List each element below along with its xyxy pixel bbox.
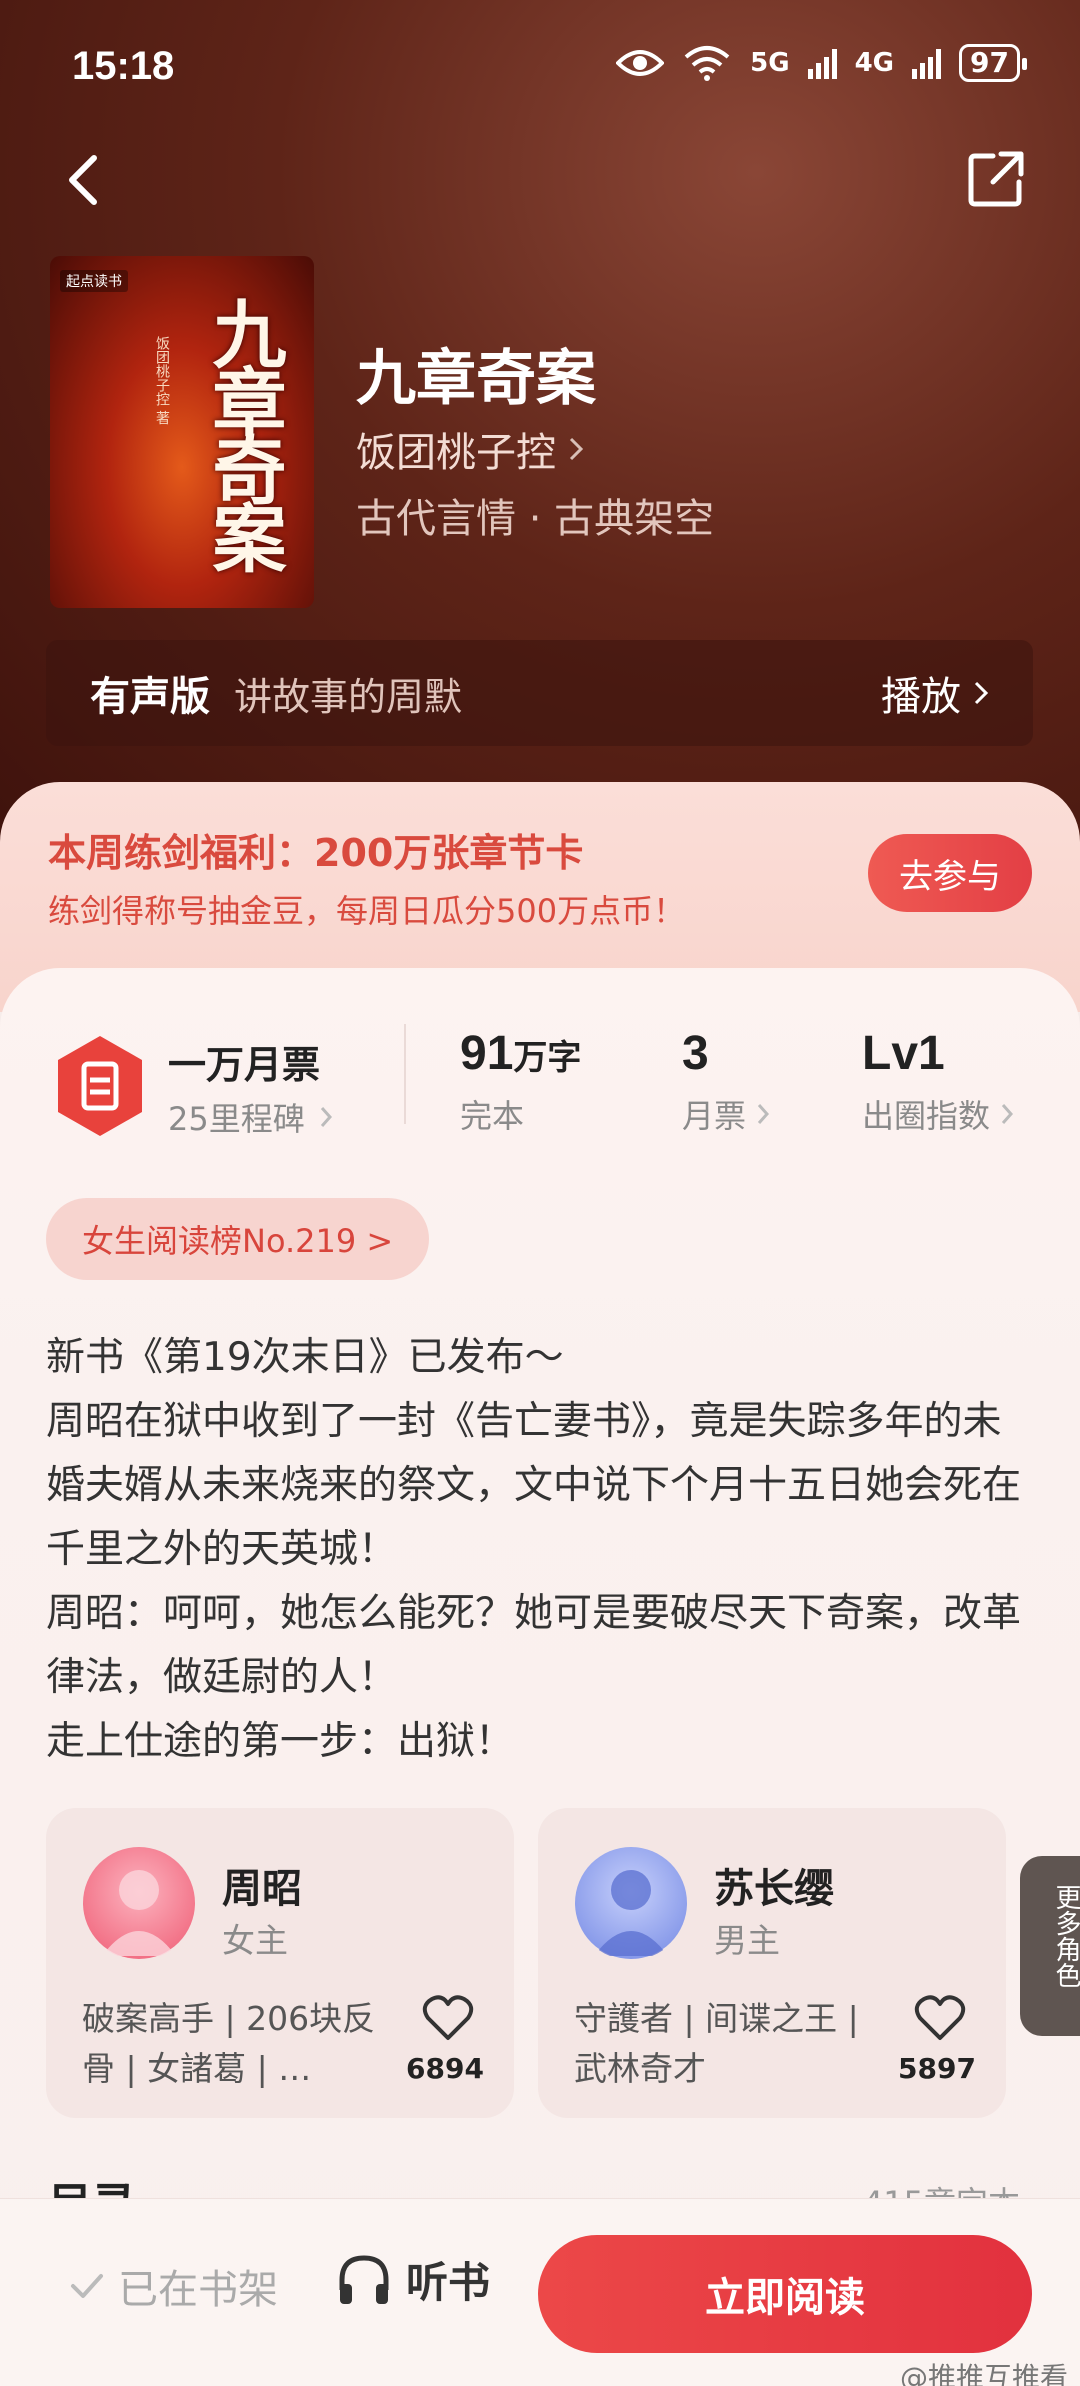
character-name: 苏长缨 bbox=[714, 1866, 834, 1912]
character-tags: 守護者 | 间谍之王 | 武林奇才 bbox=[574, 1999, 859, 2088]
character-avatar bbox=[575, 1847, 687, 1959]
character-card-zhouzhao[interactable]: 周昭 女主 破案高手 | 206块反骨 | 女諸葛 | … 6894 bbox=[46, 1808, 514, 2118]
play-label: 播放 bbox=[881, 674, 961, 720]
back-arrow-icon[interactable] bbox=[58, 150, 108, 210]
book-cover[interactable]: 起点读书 饭团桃子控 著 九章奇案 bbox=[50, 256, 314, 608]
monthly-votes-stat[interactable]: 3 月票 bbox=[682, 1026, 770, 1137]
character-role: 男主 bbox=[714, 1921, 780, 1960]
network-4g-label: 4G bbox=[854, 48, 895, 78]
book-title: 九章奇案 bbox=[356, 344, 596, 414]
popularity-index-stat[interactable]: Lv1 出圈指数 bbox=[862, 1026, 1014, 1137]
chevron-right-icon bbox=[974, 681, 989, 705]
on-shelf-button[interactable]: 已在书架 bbox=[70, 2257, 278, 2315]
description-line: 新书《第19次末日》已发布～ bbox=[46, 1335, 564, 1380]
book-genre: 古代言情 · 古典架空 bbox=[356, 496, 715, 542]
audio-narrator: 讲故事的周默 bbox=[234, 674, 463, 719]
chevron-right-icon bbox=[1001, 1104, 1014, 1124]
eye-icon bbox=[616, 50, 665, 76]
ranking-tag[interactable]: 女生阅读榜No.219 > bbox=[46, 1198, 430, 1280]
book-detail-panel: 一万月票 25里程碑 91万字 完本 3 月票 Lv1 出圈指数 女生阅读榜No… bbox=[0, 968, 1080, 2386]
description-line: 周昭：呵呵，她怎么能死？她可是要破尽天下奇案，改革律法，做廷尉的人！ bbox=[46, 1591, 1022, 1700]
play-button[interactable]: 播放 bbox=[881, 664, 989, 722]
cover-author: 饭团桃子控 著 bbox=[154, 336, 170, 425]
book-description[interactable]: 新书《第19次末日》已发布～ 周昭在狱中收到了一封《告亡妻书》，竟是失踪多年的未… bbox=[46, 1326, 1036, 1774]
share-icon[interactable] bbox=[967, 150, 1025, 208]
signal-5g-icon bbox=[807, 47, 837, 79]
signal-4g-icon bbox=[912, 47, 942, 79]
status-icons: 5G 4G 97 bbox=[616, 44, 1027, 82]
chevron-right-icon bbox=[757, 1104, 770, 1124]
join-button[interactable]: 去参与 bbox=[868, 834, 1032, 912]
character-tags: 破案高手 | 206块反骨 | 女諸葛 | … bbox=[82, 1999, 376, 2088]
headphones-icon bbox=[339, 2254, 389, 2304]
cover-title: 九章奇案 bbox=[200, 296, 286, 568]
stats-divider bbox=[404, 1024, 406, 1124]
character-card-suchangying[interactable]: 苏长缨 男主 守護者 | 间谍之王 | 武林奇才 5897 bbox=[538, 1808, 1006, 2118]
chevron-right-icon bbox=[569, 437, 584, 461]
author-name: 饭团桃子控 bbox=[356, 430, 556, 476]
word-count-unit: 万字 bbox=[513, 1038, 582, 1078]
wifi-icon bbox=[684, 46, 730, 81]
checkmark-icon bbox=[71, 2274, 103, 2298]
heart-icon[interactable] bbox=[422, 1994, 474, 2042]
network-5g-label: 5G bbox=[750, 48, 790, 78]
listen-label: 听书 bbox=[406, 2258, 491, 2307]
more-characters-button[interactable]: 更多角色 bbox=[1020, 1856, 1080, 2036]
status-bar: 15:18 5G 4G 97 bbox=[0, 0, 1080, 135]
promo-subtitle: 练剑得称号抽金豆，每周日瓜分500万点币！ bbox=[48, 892, 686, 930]
listen-button[interactable]: 听书 bbox=[336, 2249, 490, 2310]
like-count: 6894 bbox=[406, 2052, 484, 2085]
monthly-votes-label: 月票 bbox=[682, 1097, 747, 1135]
character-role: 女主 bbox=[222, 1921, 288, 1960]
status-time: 15:18 bbox=[72, 44, 175, 88]
promo-title: 本周练剑福利：200万张章节卡 bbox=[48, 831, 584, 875]
ticket-milestone-sub: 25里程碑 bbox=[168, 1100, 305, 1138]
monthly-ticket-icon[interactable] bbox=[52, 1034, 148, 1138]
description-line: 走上仕途的第一步：出狱！ bbox=[46, 1719, 515, 1764]
audio-version-bar[interactable]: 有声版 讲故事的周默 播放 bbox=[46, 640, 1033, 746]
character-name: 周昭 bbox=[222, 1866, 302, 1912]
word-count-stat: 91万字 完本 bbox=[460, 1026, 581, 1137]
description-line: 周昭在狱中收到了一封《告亡妻书》，竟是失踪多年的未婚夫婿从未来烧来的祭文，文中说… bbox=[46, 1399, 1022, 1572]
read-now-button[interactable]: 立即阅读 bbox=[538, 2235, 1032, 2353]
watermark: @推推互推看 bbox=[899, 2361, 1068, 2386]
audio-label: 有声版 bbox=[90, 674, 210, 720]
ticket-milestone-link[interactable]: 25里程碑 bbox=[168, 1094, 333, 1140]
character-avatar bbox=[83, 1847, 195, 1959]
ticket-milestone-title: 一万月票 bbox=[168, 1043, 321, 1087]
cover-badge: 起点读书 bbox=[60, 270, 128, 292]
word-count-value: 91 bbox=[460, 1027, 514, 1080]
like-count: 5897 bbox=[898, 2052, 976, 2085]
on-shelf-label: 已在书架 bbox=[118, 2267, 278, 2313]
monthly-votes-value: 3 bbox=[682, 1027, 709, 1080]
popularity-level: Lv1 bbox=[862, 1027, 945, 1080]
heart-icon[interactable] bbox=[914, 1994, 966, 2042]
author-link[interactable]: 饭团桃子控 bbox=[356, 420, 584, 478]
popularity-label: 出圈指数 bbox=[862, 1097, 991, 1135]
word-count-label: 完本 bbox=[460, 1097, 525, 1135]
battery-indicator: 97 bbox=[959, 44, 1027, 82]
chevron-right-icon bbox=[320, 1107, 332, 1127]
